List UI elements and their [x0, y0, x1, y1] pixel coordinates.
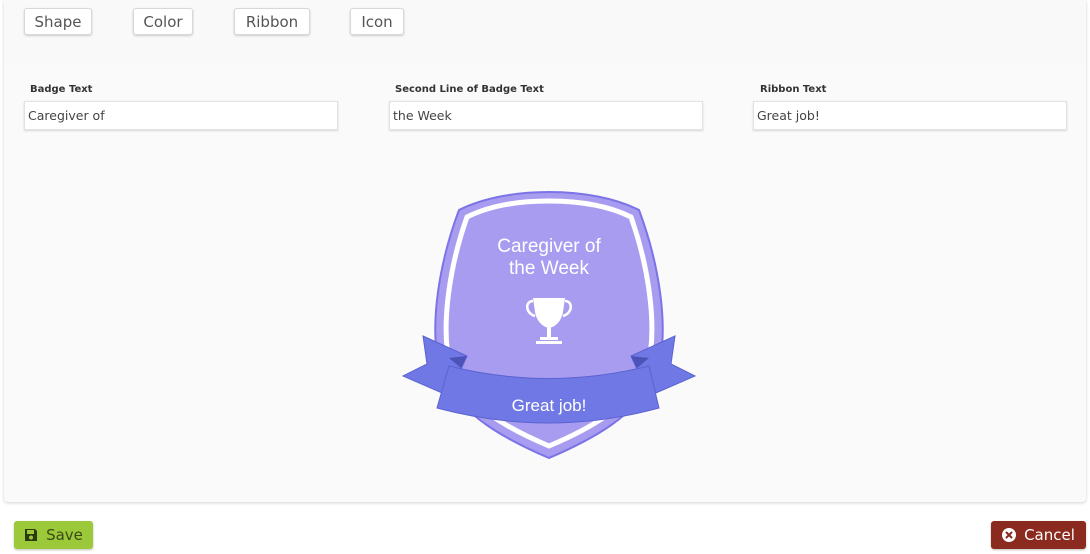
badge-line1: Caregiver of: [497, 236, 601, 257]
badge-preview: Caregiver of the Week Great job!: [397, 186, 701, 466]
floppy-disk-icon: [24, 528, 38, 542]
save-label: Save: [46, 526, 83, 544]
ribbon-text: Great job!: [512, 396, 587, 415]
tab-shape[interactable]: Shape: [24, 8, 92, 35]
cancel-button[interactable]: Cancel: [991, 521, 1086, 549]
tab-bar: Shape Color Ribbon Icon: [4, 0, 1086, 64]
ribbon-text-label: Ribbon Text: [760, 84, 827, 95]
second-line-label: Second Line of Badge Text: [395, 84, 544, 95]
save-button[interactable]: Save: [14, 521, 93, 549]
tab-ribbon[interactable]: Ribbon: [234, 8, 310, 35]
badge-text-input[interactable]: [24, 101, 338, 130]
badge-svg: Caregiver of the Week Great job!: [401, 190, 697, 460]
ribbon-text-input[interactable]: [753, 101, 1067, 130]
second-line-input[interactable]: [389, 101, 703, 130]
close-circle-icon: [1002, 528, 1017, 542]
badge-editor-panel: Shape Color Ribbon Icon Badge Text Secon…: [4, 0, 1086, 502]
cancel-label: Cancel: [1024, 526, 1075, 544]
tab-color[interactable]: Color: [133, 8, 193, 35]
tab-icon[interactable]: Icon: [350, 8, 404, 35]
badge-line2: the Week: [509, 258, 589, 279]
badge-text-label: Badge Text: [30, 84, 93, 95]
